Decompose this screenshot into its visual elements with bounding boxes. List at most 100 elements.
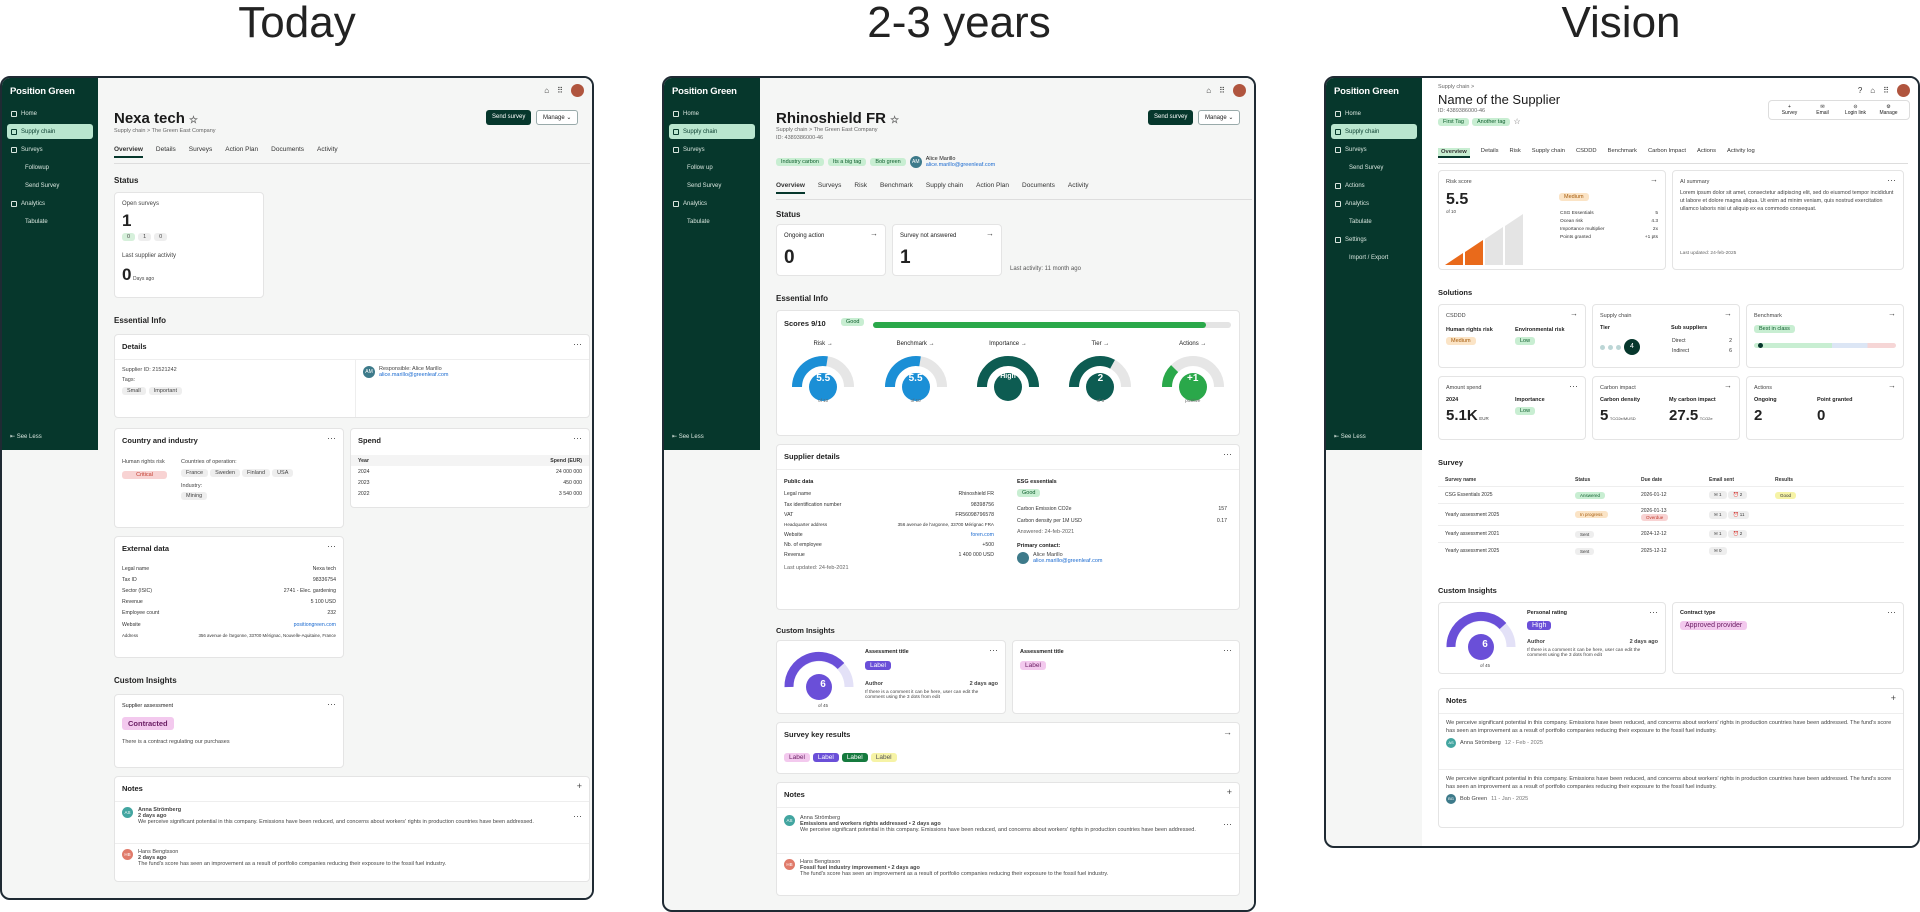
list-item: AS Anna Strömberg 2 days ago We perceive si… [122, 807, 534, 825]
sidebar-item-supply-chain[interactable]: Supply chain [669, 124, 755, 139]
bell-icon[interactable]: ⌂ [1870, 86, 1875, 95]
tab-benchmark[interactable]: Benchmark [880, 182, 913, 194]
star-icon[interactable]: ☆ [890, 115, 899, 126]
star-icon[interactable]: ☆ [189, 115, 198, 126]
gauge-importance[interactable]: Importance → High [972, 341, 1044, 403]
help-icon[interactable]: ? [1858, 86, 1862, 95]
tab-activity-log[interactable]: Activity log [1727, 148, 1755, 158]
sidebar-item-settings[interactable]: Settings [1331, 232, 1417, 247]
sidebar-item-followup[interactable]: Followup [7, 160, 93, 175]
ongoing-action-card[interactable]: Ongoing action → 0 [776, 224, 886, 276]
add-note-icon[interactable]: + [1891, 693, 1896, 703]
add-note-icon[interactable]: + [1227, 787, 1232, 797]
apps-icon[interactable]: ⠿ [1883, 86, 1889, 95]
status-badge: Best in class [1754, 325, 1795, 333]
tab-surveys[interactable]: Surveys [818, 182, 841, 194]
sidebar-item-supply-chain[interactable]: Supply chain [7, 124, 93, 139]
survey-button[interactable]: + Survey [1773, 104, 1806, 116]
arrow-right-icon[interactable]: → [1650, 175, 1658, 184]
manage-button[interactable]: Manage ⌄ [1198, 110, 1241, 125]
tab-surveys[interactable]: Surveys [189, 146, 212, 158]
table-row[interactable]: CSG Essentials 2025 Answered 2026-01-12 ✉ 1… [1438, 487, 1904, 504]
tab-csddd[interactable]: CSDDD [1576, 148, 1597, 158]
tab-activity[interactable]: Activity [1068, 182, 1089, 194]
tab-risk[interactable]: Risk [854, 182, 867, 194]
table-row[interactable]: Yearly assessment 2025 Sent 2025-12-12 ✉ 0 [1438, 543, 1904, 559]
sidebar-item-tabulate[interactable]: Tabulate [669, 214, 755, 229]
see-less-button[interactable]: ⇤ See Less [1334, 433, 1366, 440]
table-row[interactable]: Yearly assessment 2025 In progress 2026-01… [1438, 504, 1904, 526]
avatar[interactable] [1233, 84, 1246, 97]
arrow-right-icon[interactable]: → [1724, 309, 1732, 318]
sidebar-item-import-export[interactable]: Import / Export [1331, 250, 1417, 265]
add-note-icon[interactable]: + [577, 781, 582, 791]
tab-supply-chain[interactable]: Supply chain [1532, 148, 1565, 158]
survey-table: Survey name Status Due date Email sent Resul… [1438, 474, 1904, 559]
arrow-right-icon[interactable]: → [1223, 727, 1232, 737]
tab-overview[interactable]: Overview [1438, 148, 1470, 158]
ai-summary-card: AI summary ··· Lorem ipsum dolor sit amet… [1672, 170, 1904, 270]
sidebar-item-analytics[interactable]: Analytics [7, 196, 93, 211]
send-survey-button[interactable]: Send survey [486, 110, 532, 125]
sidebar-item-analytics[interactable]: Analytics [1331, 196, 1417, 211]
apps-icon[interactable]: ⠿ [557, 86, 563, 95]
tab-documents[interactable]: Documents [271, 146, 304, 158]
tab-action-plan[interactable]: Action Plan [976, 182, 1009, 194]
arrow-right-icon[interactable]: → [870, 229, 878, 238]
avatar[interactable] [571, 84, 584, 97]
sidebar-item-follow-up[interactable]: Follow up [669, 160, 755, 175]
gauge-actions[interactable]: Actions → +1 positive [1157, 341, 1229, 403]
list-item: Website foren.com [784, 531, 994, 538]
bell-icon[interactable]: ⌂ [544, 86, 549, 95]
sidebar-item-home[interactable]: Home [1331, 106, 1417, 121]
avatar[interactable] [1897, 84, 1910, 97]
survey-not-answered-card[interactable]: Survey not answered → 1 [892, 224, 1002, 276]
tab-details[interactable]: Details [156, 146, 176, 158]
tab-documents[interactable]: Documents [1022, 182, 1055, 194]
email-button[interactable]: ✉ Email [1806, 104, 1839, 116]
sidebar-item-surveys[interactable]: Surveys [669, 142, 755, 157]
tab-benchmark[interactable]: Benchmark [1608, 148, 1637, 158]
more-icon[interactable]: ··· [573, 339, 582, 349]
breadcrumb: Supply chain > The Green East Company [114, 128, 216, 134]
gauge-tier[interactable]: Tier → 2 of 3 [1064, 341, 1136, 403]
see-less-button[interactable]: ⇤ See Less [672, 433, 704, 440]
arrow-right-icon[interactable]: → [1888, 381, 1896, 390]
arrow-right-icon[interactable]: → [1724, 381, 1732, 390]
send-survey-button[interactable]: Send survey [1148, 110, 1194, 125]
sidebar-item-send-survey[interactable]: Send Survey [1331, 160, 1417, 175]
arrow-right-icon[interactable]: → [1570, 309, 1578, 318]
sidebar-item-analytics[interactable]: Analytics [669, 196, 755, 211]
sidebar-item-supply-chain[interactable]: Supply chain [1331, 124, 1417, 139]
sidebar-item-actions[interactable]: Actions [1331, 178, 1417, 193]
sidebar-item-send-survey[interactable]: Send Survey [7, 178, 93, 193]
tab-risk[interactable]: Risk [1510, 148, 1521, 158]
sidebar-item-send-survey[interactable]: Send Survey [669, 178, 755, 193]
manage-button[interactable]: ⚙ Manage [1872, 104, 1905, 116]
apps-icon[interactable]: ⠿ [1219, 86, 1225, 95]
tab-overview[interactable]: Overview [114, 146, 143, 158]
gauge-risk[interactable]: Risk → 5.5 of 10 [787, 341, 859, 403]
manage-button[interactable]: Manage ⌄ [536, 110, 579, 125]
gauge-benchmark[interactable]: Benchmark → 5.5 of 10 [880, 341, 952, 403]
sidebar-item-home[interactable]: Home [7, 106, 93, 121]
star-icon[interactable]: ☆ [1513, 117, 1520, 126]
arrow-right-icon[interactable]: → [1888, 309, 1896, 318]
tab-overview[interactable]: Overview [776, 182, 805, 194]
sidebar-item-surveys[interactable]: Surveys [7, 142, 93, 157]
tab-details[interactable]: Details [1481, 148, 1499, 158]
sidebar-item-tabulate[interactable]: Tabulate [7, 214, 93, 229]
tab-supply-chain[interactable]: Supply chain [926, 182, 963, 194]
sidebar-item-surveys[interactable]: Surveys [1331, 142, 1417, 157]
login-link-button[interactable]: ⊝ Login link [1839, 104, 1872, 116]
tab-actions[interactable]: Actions [1697, 148, 1716, 158]
tab-carbon-impact[interactable]: Carbon Impact [1648, 148, 1686, 158]
arrow-right-icon[interactable]: → [986, 229, 994, 238]
see-less-button[interactable]: ⇤ See Less [10, 433, 42, 440]
sidebar-item-tabulate[interactable]: Tabulate [1331, 214, 1417, 229]
bell-icon[interactable]: ⌂ [1206, 86, 1211, 95]
tab-activity[interactable]: Activity [317, 146, 338, 158]
tab-action-plan[interactable]: Action Plan [225, 146, 258, 158]
sidebar-item-home[interactable]: Home [669, 106, 755, 121]
table-row[interactable]: Yearly assessment 2021 Sent 2024-12-12 ✉ 1 … [1438, 526, 1904, 543]
